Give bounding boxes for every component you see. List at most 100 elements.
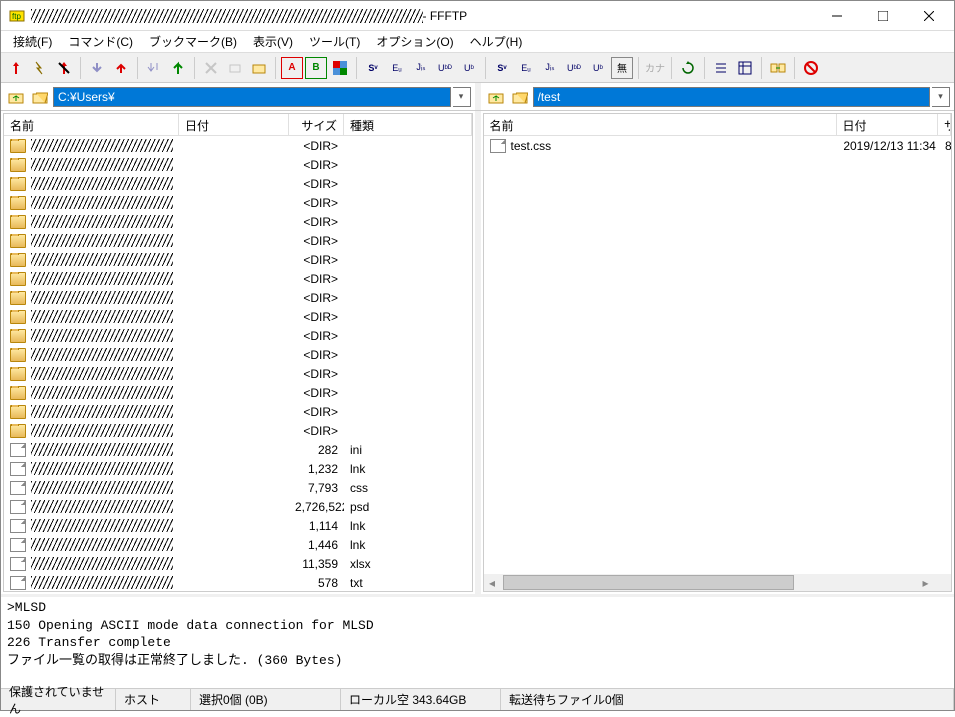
list-item[interactable]: <DIR>: [4, 288, 472, 307]
list-item[interactable]: <DIR>: [4, 212, 472, 231]
list-item[interactable]: 1,114lnk: [4, 516, 472, 535]
local-open-icon[interactable]: [29, 86, 51, 108]
host-jis-icon[interactable]: Jᵢₛ: [539, 57, 561, 79]
delete-icon[interactable]: [200, 57, 222, 79]
folder-icon: [10, 139, 26, 153]
rename-icon[interactable]: [224, 57, 246, 79]
connect-icon[interactable]: [5, 57, 27, 79]
quick-connect-icon[interactable]: [29, 57, 51, 79]
status-bar: 保護されていません ホスト 選択0個 (0B) ローカル空 343.64GB 転…: [1, 688, 954, 710]
euc-icon[interactable]: Eᵤ: [386, 57, 408, 79]
local-updir-icon[interactable]: [5, 86, 27, 108]
remote-path-input[interactable]: [533, 87, 931, 107]
folder-icon: [10, 215, 26, 229]
folder-icon: [10, 272, 26, 286]
host-utf8bom-icon[interactable]: Uᵇᴰ: [563, 57, 585, 79]
download-icon[interactable]: [86, 57, 108, 79]
refresh-icon[interactable]: [677, 57, 699, 79]
list-item[interactable]: 7,793css: [4, 478, 472, 497]
remote-file-list[interactable]: test.css2019/12/13 11:34887: [484, 136, 952, 574]
mkdir-icon[interactable]: [248, 57, 270, 79]
file-icon: [10, 576, 26, 590]
col-name[interactable]: 名前: [4, 114, 179, 135]
list-item[interactable]: <DIR>: [4, 174, 472, 193]
list-item[interactable]: 282ini: [4, 440, 472, 459]
menu-help[interactable]: ヘルプ(H): [462, 31, 531, 52]
pane-splitter[interactable]: [475, 111, 481, 594]
list-item[interactable]: <DIR>: [4, 383, 472, 402]
local-path-input[interactable]: [53, 87, 451, 107]
host-euc-icon[interactable]: Eᵤ: [515, 57, 537, 79]
col-date[interactable]: 日付: [837, 114, 938, 135]
filename-redacted: [31, 139, 173, 152]
menu-tools[interactable]: ツール(T): [301, 31, 368, 52]
abort-icon[interactable]: [800, 57, 822, 79]
utf8-icon[interactable]: Uᵇ: [458, 57, 480, 79]
menu-view[interactable]: 表示(V): [245, 31, 301, 52]
svg-text:ftp: ftp: [12, 12, 21, 21]
list-item[interactable]: <DIR>: [4, 231, 472, 250]
remote-open-icon[interactable]: [509, 86, 531, 108]
col-name[interactable]: 名前: [484, 114, 837, 135]
list-item[interactable]: <DIR>: [4, 421, 472, 440]
col-size[interactable]: サイズ: [289, 114, 344, 135]
binary-mode-icon[interactable]: B: [305, 57, 327, 79]
list-item[interactable]: 578txt: [4, 573, 472, 591]
list-item[interactable]: <DIR>: [4, 345, 472, 364]
window-title: - FFFTP: [423, 9, 815, 23]
sjis-icon[interactable]: Sᵛ: [362, 57, 384, 79]
list-item[interactable]: <DIR>: [4, 326, 472, 345]
mirror-up-icon[interactable]: [167, 57, 189, 79]
menu-options[interactable]: オプション(O): [368, 31, 461, 52]
list-item[interactable]: 11,359xlsx: [4, 554, 472, 573]
close-button[interactable]: [906, 2, 952, 30]
col-type[interactable]: 種類: [344, 114, 472, 135]
sync-icon[interactable]: [767, 57, 789, 79]
maximize-button[interactable]: [860, 2, 906, 30]
list-item[interactable]: <DIR>: [4, 250, 472, 269]
list-item[interactable]: 1,232lnk: [4, 459, 472, 478]
remote-pane: 名前 日付 サイズ test.css2019/12/13 11:34887 ◂ …: [483, 113, 953, 592]
log-line: 150 Opening ASCII mode data connection f…: [7, 617, 948, 635]
list-item[interactable]: <DIR>: [4, 269, 472, 288]
remote-updir-icon[interactable]: [485, 86, 507, 108]
list-item[interactable]: 1,446lnk: [4, 535, 472, 554]
local-path-dropdown[interactable]: ▾: [453, 87, 471, 107]
list-item[interactable]: <DIR>: [4, 364, 472, 383]
list-item[interactable]: <DIR>: [4, 193, 472, 212]
upload-icon[interactable]: [110, 57, 132, 79]
menu-bookmark[interactable]: ブックマーク(B): [141, 31, 245, 52]
list-item[interactable]: <DIR>: [4, 307, 472, 326]
host-sjis-icon[interactable]: Sᵛ: [491, 57, 513, 79]
noconv-icon[interactable]: 無: [611, 57, 633, 79]
detail-icon[interactable]: [734, 57, 756, 79]
log-pane[interactable]: >MLSD150 Opening ASCII mode data connect…: [1, 594, 954, 688]
filename-redacted: [31, 215, 173, 228]
kana-icon[interactable]: カナ: [644, 57, 666, 79]
jis-icon[interactable]: Jᵢₛ: [410, 57, 432, 79]
remote-hscroll[interactable]: ◂ ▸: [484, 574, 952, 591]
mirror-down-icon[interactable]: [143, 57, 165, 79]
list-item[interactable]: <DIR>: [4, 155, 472, 174]
remote-address: ▾: [481, 83, 955, 110]
host-utf8-icon[interactable]: Uᵇ: [587, 57, 609, 79]
col-date[interactable]: 日付: [179, 114, 289, 135]
list-item[interactable]: <DIR>: [4, 136, 472, 155]
folder-icon: [10, 329, 26, 343]
col-size[interactable]: サイズ: [938, 114, 951, 135]
minimize-button[interactable]: [814, 2, 860, 30]
disconnect-icon[interactable]: [53, 57, 75, 79]
menu-command[interactable]: コマンド(C): [60, 31, 141, 52]
local-file-list[interactable]: <DIR><DIR><DIR><DIR><DIR><DIR><DIR><DIR>…: [4, 136, 472, 591]
menu-connect[interactable]: 接続(F): [5, 31, 60, 52]
status-local-space: ローカル空 343.64GB: [341, 689, 501, 710]
list-item[interactable]: <DIR>: [4, 402, 472, 421]
list-item[interactable]: 2,726,522psd: [4, 497, 472, 516]
utf8bom-icon[interactable]: Uᵇᴰ: [434, 57, 456, 79]
remote-path-dropdown[interactable]: ▾: [932, 87, 950, 107]
ascii-mode-icon[interactable]: A: [281, 57, 303, 79]
list-icon[interactable]: [710, 57, 732, 79]
folder-icon: [10, 405, 26, 419]
list-item[interactable]: test.css2019/12/13 11:34887: [484, 136, 952, 155]
auto-mode-icon[interactable]: [329, 57, 351, 79]
